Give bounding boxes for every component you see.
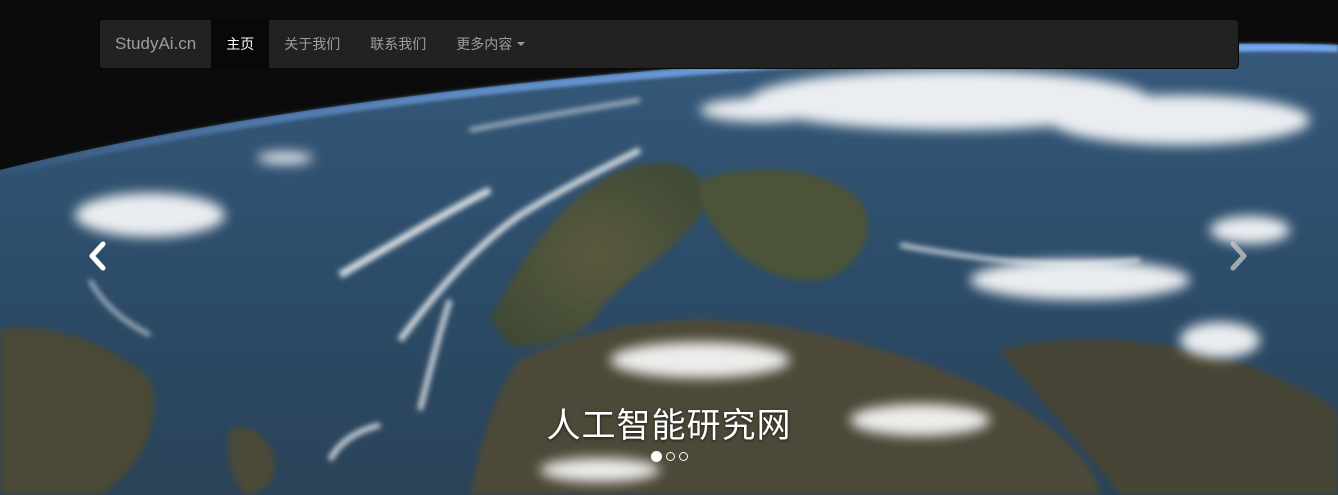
nav-item-contact[interactable]: 联系我们: [355, 20, 441, 68]
nav-item-about[interactable]: 关于我们: [269, 20, 355, 68]
nav-item-label: 主页: [226, 36, 255, 52]
nav-item-more-dropdown[interactable]: 更多内容: [441, 20, 540, 68]
main-nav: 主页 关于我们 联系我们 更多内容: [211, 20, 540, 68]
carousel-next-button[interactable]: [1224, 238, 1254, 274]
nav-item-home[interactable]: 主页: [211, 20, 270, 68]
carousel-prev-button[interactable]: [82, 238, 112, 274]
carousel-indicator-2[interactable]: [665, 452, 675, 461]
brand-logo-link[interactable]: StudyAi.cn: [100, 20, 211, 68]
top-navbar: StudyAi.cn 主页 关于我们 联系我们 更多内容: [99, 19, 1239, 69]
nav-item-label: 更多内容: [456, 36, 513, 52]
nav-item-label: 联系我们: [370, 36, 427, 52]
chevron-right-icon: [1230, 241, 1247, 271]
caret-down-icon: [517, 42, 526, 46]
chevron-left-icon: [89, 241, 106, 271]
carousel-indicator-3[interactable]: [678, 452, 688, 461]
nav-item-label: 关于我们: [284, 36, 341, 52]
carousel-caption: 人工智能研究网: [546, 406, 792, 446]
carousel-indicator-1[interactable]: [650, 451, 662, 462]
carousel-indicators: [0, 451, 1338, 462]
